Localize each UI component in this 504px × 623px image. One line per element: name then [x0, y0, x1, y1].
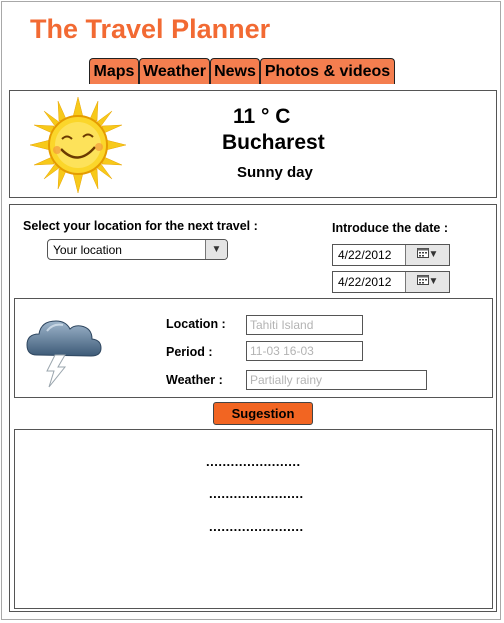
tab-weather[interactable]: Weather: [139, 58, 210, 84]
location-select-value: Your location: [53, 243, 122, 257]
location-select-label: Select your location for the next travel…: [23, 219, 258, 233]
city-name: Bucharest: [222, 131, 325, 154]
travel-planner-panel: Select your location for the next travel…: [9, 204, 497, 612]
end-date-value: 4/22/2012: [338, 275, 392, 289]
end-date-picker[interactable]: 4/22/2012 ▼: [332, 271, 450, 293]
app-title: The Travel Planner: [30, 14, 271, 44]
sun-icon: [29, 96, 127, 194]
temperature-value: 11 ° C: [233, 105, 291, 128]
forecast-panel: Location : Tahiti Island Period : 11-03 …: [14, 298, 493, 398]
result-item: .......................: [209, 519, 304, 534]
forecast-location-label: Location :: [166, 317, 226, 331]
forecast-weather-field[interactable]: Partially rainy: [246, 370, 427, 390]
start-date-value: 4/22/2012: [338, 248, 392, 262]
result-item: .......................: [209, 486, 304, 501]
tab-news[interactable]: News: [210, 58, 260, 84]
weather-description: Sunny day: [237, 164, 313, 181]
forecast-period-field[interactable]: 11-03 16-03: [246, 341, 363, 361]
suggestion-results: ....................... ................…: [14, 429, 493, 609]
tab-photos-videos[interactable]: Photos & videos: [260, 58, 395, 84]
forecast-location-field[interactable]: Tahiti Island: [246, 315, 363, 335]
calendar-icon[interactable]: ▼: [405, 245, 449, 265]
suggestion-button[interactable]: Sugestion: [213, 402, 313, 425]
start-date-picker[interactable]: 4/22/2012 ▼: [332, 244, 450, 266]
calendar-icon[interactable]: ▼: [405, 272, 449, 292]
forecast-period-label: Period :: [166, 345, 213, 359]
storm-cloud-icon: [26, 320, 102, 388]
tab-maps[interactable]: Maps: [89, 58, 139, 84]
result-item: .......................: [206, 454, 301, 469]
chevron-down-icon[interactable]: ▼: [205, 240, 227, 259]
forecast-weather-label: Weather :: [166, 373, 223, 387]
current-weather-panel: 11 ° C Bucharest Sunny day: [9, 90, 497, 198]
location-select[interactable]: Your location ▼: [47, 239, 228, 260]
date-label: Introduce the date :: [332, 221, 448, 235]
